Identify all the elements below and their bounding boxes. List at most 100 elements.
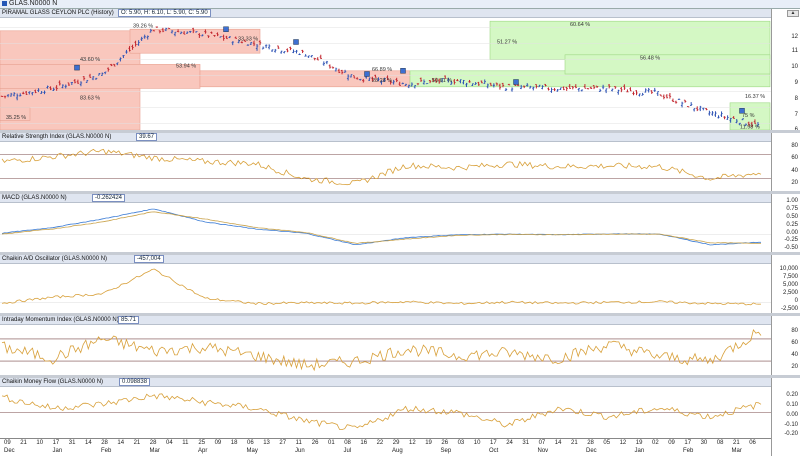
y-tick: 10 [791,64,798,70]
x-tick-day: 08 [344,440,351,446]
cmf-title: Chaikin Money Flow (GLAS.N0000 N) [2,379,104,385]
ohlc-readout: O: 5.90, H: 6.10, L: 5.90, C: 5.90 [118,9,211,17]
x-tick-month: Jun [295,448,305,454]
x-tick-day: 09 [214,440,222,446]
x-tick-day: 17 [490,440,497,446]
x-tick-day: 09 [668,440,675,446]
x-tick-day: 02 [652,440,659,446]
y-tick: 0.00 [786,230,798,236]
x-tick-month: Apr [198,448,208,454]
y-tick: 0.50 [786,214,798,220]
x-tick-day: 17 [684,440,692,446]
event-marker [364,71,370,77]
y-tick: 7,500 [782,274,798,280]
y-tick: 8 [794,96,798,102]
title-bar: GLAS.N0000 N [0,0,800,9]
macd-chart[interactable] [0,203,771,252]
cmf-chart[interactable] [0,387,771,438]
price-annotation: 28.28 % [372,78,392,84]
price-y-axis: ▲ 12 11 10 9 8 7 6 [771,9,800,130]
y-tick: 12 [791,34,798,40]
x-tick-month: Sep [440,448,452,454]
rsi-value: 39.67 [136,133,158,141]
app-icon [2,1,7,6]
y-tick: 2,500 [782,290,798,296]
y-tick: -2,500 [780,306,798,312]
price-annotation: 35.25 % [6,115,26,121]
window-title: GLAS.N0000 N [9,0,58,7]
x-tick-month: Feb [683,448,694,454]
ad-y-axis: 10,000 7,500 5,000 2,500 0 -2,500 [771,255,800,313]
x-tick-day: 26 [441,440,449,446]
cmf-value: 0.098838 [119,378,151,386]
y-tick: 9 [794,80,798,86]
x-tick-day: 11 [295,440,302,446]
x-tick-day: 05 [603,440,611,446]
x-tick-day: 08 [716,440,724,446]
macd-y-axis: 1.00 0.75 0.50 0.25 0.00 -0.25 -0.50 [771,194,800,252]
x-tick-month: Jan [634,448,645,454]
price-chart[interactable]: 35.25 % 83.63 % 43.60 % 39.26 % 53.94 % 33.33… [0,18,771,130]
x-tick-day: 30 [700,440,708,446]
x-tick-day: 19 [635,440,643,446]
rsi-panel[interactable]: Relative Strength Index (GLAS.N0000 N) 3… [0,133,771,191]
x-tick-day: 28 [101,440,108,446]
cmf-y-axis: 0.20 0.10 0.00 -0.10 -0.20 [771,378,800,456]
x-tick-day: 21 [571,440,578,446]
price-annotation: 51.27 % [497,40,517,46]
panel-scroll-button[interactable]: ▲ [787,10,799,17]
y-tick: -0.25 [784,237,798,243]
x-tick-day: 04 [166,440,173,446]
x-tick-day: 28 [149,440,157,446]
rsi-chart[interactable] [0,142,771,191]
x-tick-day: 19 [425,440,432,446]
y-tick: -0.10 [784,422,798,428]
x-tick-day: 21 [733,440,740,446]
y-tick: 40 [791,168,798,174]
y-tick: 5,000 [782,282,798,288]
x-tick-month: Mar [731,448,742,454]
x-tick-month: Mar [149,448,160,454]
macd-panel[interactable]: MACD (GLAS.N0000 N) -0.262424 [0,194,771,252]
macd-header: MACD (GLAS.N0000 N) -0.262424 [0,194,771,203]
y-tick: -0.20 [784,431,798,437]
imi-panel[interactable]: Intraday Momentum Index (GLAS.N0000 N) 8… [0,316,771,375]
chart-window: GLAS.N0000 N PIRAMAL GLASS CEYLON PLC (H… [0,0,800,457]
rsi-header: Relative Strength Index (GLAS.N0000 N) 3… [0,133,771,142]
y-tick: 0.20 [786,392,798,398]
x-tick-day: 09 [4,440,11,446]
imi-title: Intraday Momentum Index (GLAS.N0000 N) [2,317,119,323]
indicator-line [1,208,761,246]
ad-chart[interactable] [0,264,771,313]
x-tick-day: 12 [619,440,627,446]
x-tick-day: 16 [360,440,368,446]
event-marker [223,26,229,32]
y-tick: 0.10 [786,402,798,408]
imi-chart[interactable] [0,325,771,375]
price-annotation: 33.33 % [238,36,258,42]
ad-panel[interactable]: Chaikin A/D Oscillator (GLAS.N0000 N) -4… [0,255,771,313]
x-tick-month: Oct [489,448,499,454]
x-tick-day: 10 [473,440,481,446]
x-tick-day: 21 [133,440,141,446]
event-marker [513,79,519,85]
y-tick: 60 [791,340,798,346]
indicator-line [1,329,762,372]
price-zone [564,54,771,75]
x-tick-month: Nov [537,448,549,454]
y-tick: 40 [791,352,798,358]
price-zone [0,64,201,89]
cmf-panel[interactable]: Chaikin Money Flow (GLAS.N0000 N) 0.0988… [0,378,771,438]
y-tick: -0.50 [784,245,798,251]
x-tick-day: 06 [247,440,254,446]
x-tick-day: 27 [279,440,287,446]
y-tick: 80 [791,143,798,149]
x-tick-month: Jul [343,448,352,454]
price-annotation: 39.26 % [133,24,153,30]
event-marker [400,68,406,74]
price-zone [489,20,771,60]
price-panel[interactable]: PIRAMAL GLASS CEYLON PLC (History) O: 5.… [0,9,771,130]
y-tick: 1.00 [786,198,798,204]
price-annotation: 16.37 % [745,94,765,100]
imi-header: Intraday Momentum Index (GLAS.N0000 N) 8… [0,316,771,325]
